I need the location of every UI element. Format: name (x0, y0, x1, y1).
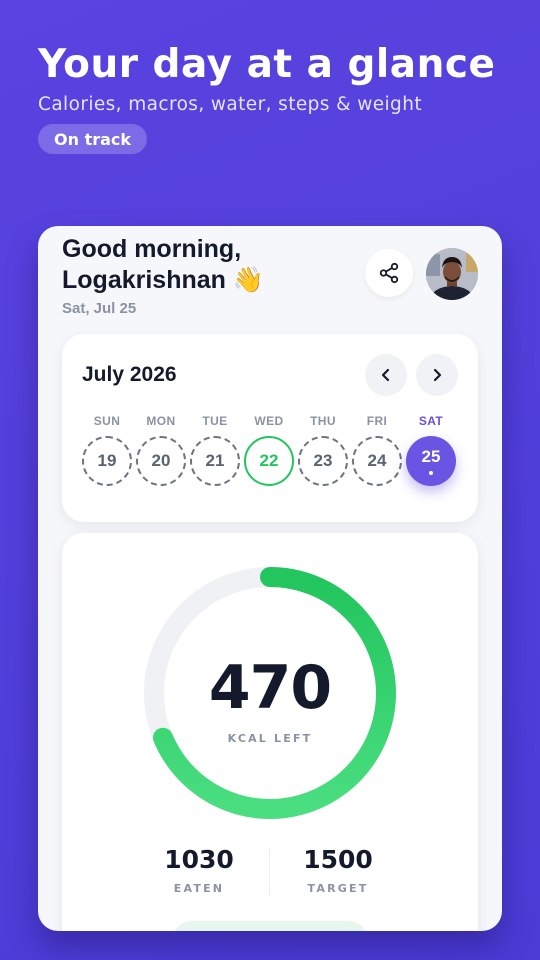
day-number: 19 (82, 436, 132, 486)
promo-headline: Your day at a glance (38, 42, 496, 87)
target-stat: 1500 TARGET (263, 845, 413, 895)
day-wed-today[interactable]: WED 22 (244, 414, 294, 486)
eaten-label: EATEN (173, 882, 225, 895)
day-sat-selected[interactable]: SAT 25 (406, 414, 456, 486)
day-number: 20 (136, 436, 186, 486)
greeting-line-1: Good morning, (62, 235, 242, 263)
target-label: TARGET (307, 882, 369, 895)
day-name: THU (310, 414, 336, 428)
target-value: 1500 (303, 845, 373, 874)
month-label: July 2026 (82, 363, 177, 386)
day-name: SAT (418, 414, 444, 428)
day-mon[interactable]: MON 20 (136, 414, 186, 486)
status-badge: On track (38, 124, 148, 154)
prev-week-button[interactable] (365, 354, 407, 396)
calendar-card: July 2026 SUN 19 MON 20 TUE 21 WED 22 TH… (62, 334, 478, 522)
chevron-left-icon (381, 368, 390, 382)
day-name: FRI (366, 414, 388, 428)
share-icon (379, 262, 399, 284)
day-number: 25 (406, 436, 456, 486)
day-sun[interactable]: SUN 19 (82, 414, 132, 486)
day-thu[interactable]: THU 23 (298, 414, 348, 486)
avatar-photo (426, 248, 478, 300)
day-number: 22 (244, 436, 294, 486)
chevron-right-icon (433, 368, 442, 382)
day-number: 23 (298, 436, 348, 486)
day-name: TUE (202, 414, 228, 428)
day-name: WED (254, 414, 284, 428)
day-fri[interactable]: FRI 24 (352, 414, 402, 486)
day-name: SUN (93, 414, 121, 428)
app-screen: Good morning, Logakrishnan 👋 Sat, Jul 25… (38, 226, 502, 931)
selected-dot (429, 471, 433, 475)
eaten-stat: 1030 EATEN (124, 845, 274, 895)
calories-remaining: 470 (208, 653, 332, 723)
current-date: Sat, Jul 25 (62, 300, 137, 317)
calorie-card: 470 KCAL LEFT 1030 EATEN 1500 TARGET (62, 533, 478, 931)
avatar[interactable] (426, 248, 478, 300)
share-button[interactable] (365, 249, 413, 297)
calories-remaining-label: KCAL LEFT (227, 732, 313, 745)
greeting-line-2: Logakrishnan 👋 (62, 266, 264, 294)
next-week-button[interactable] (416, 354, 458, 396)
promo-subline: Calories, macros, water, steps & weight (38, 94, 422, 115)
day-tue[interactable]: TUE 21 (190, 414, 240, 486)
eaten-value: 1030 (164, 845, 234, 874)
week-strip: SUN 19 MON 20 TUE 21 WED 22 THU 23 FRI 2… (82, 414, 458, 504)
day-number: 21 (190, 436, 240, 486)
day-number: 24 (352, 436, 402, 486)
day-name: MON (146, 414, 176, 428)
bottom-action-pill[interactable] (172, 921, 368, 931)
greeting: Good morning, Logakrishnan 👋 (62, 234, 264, 296)
